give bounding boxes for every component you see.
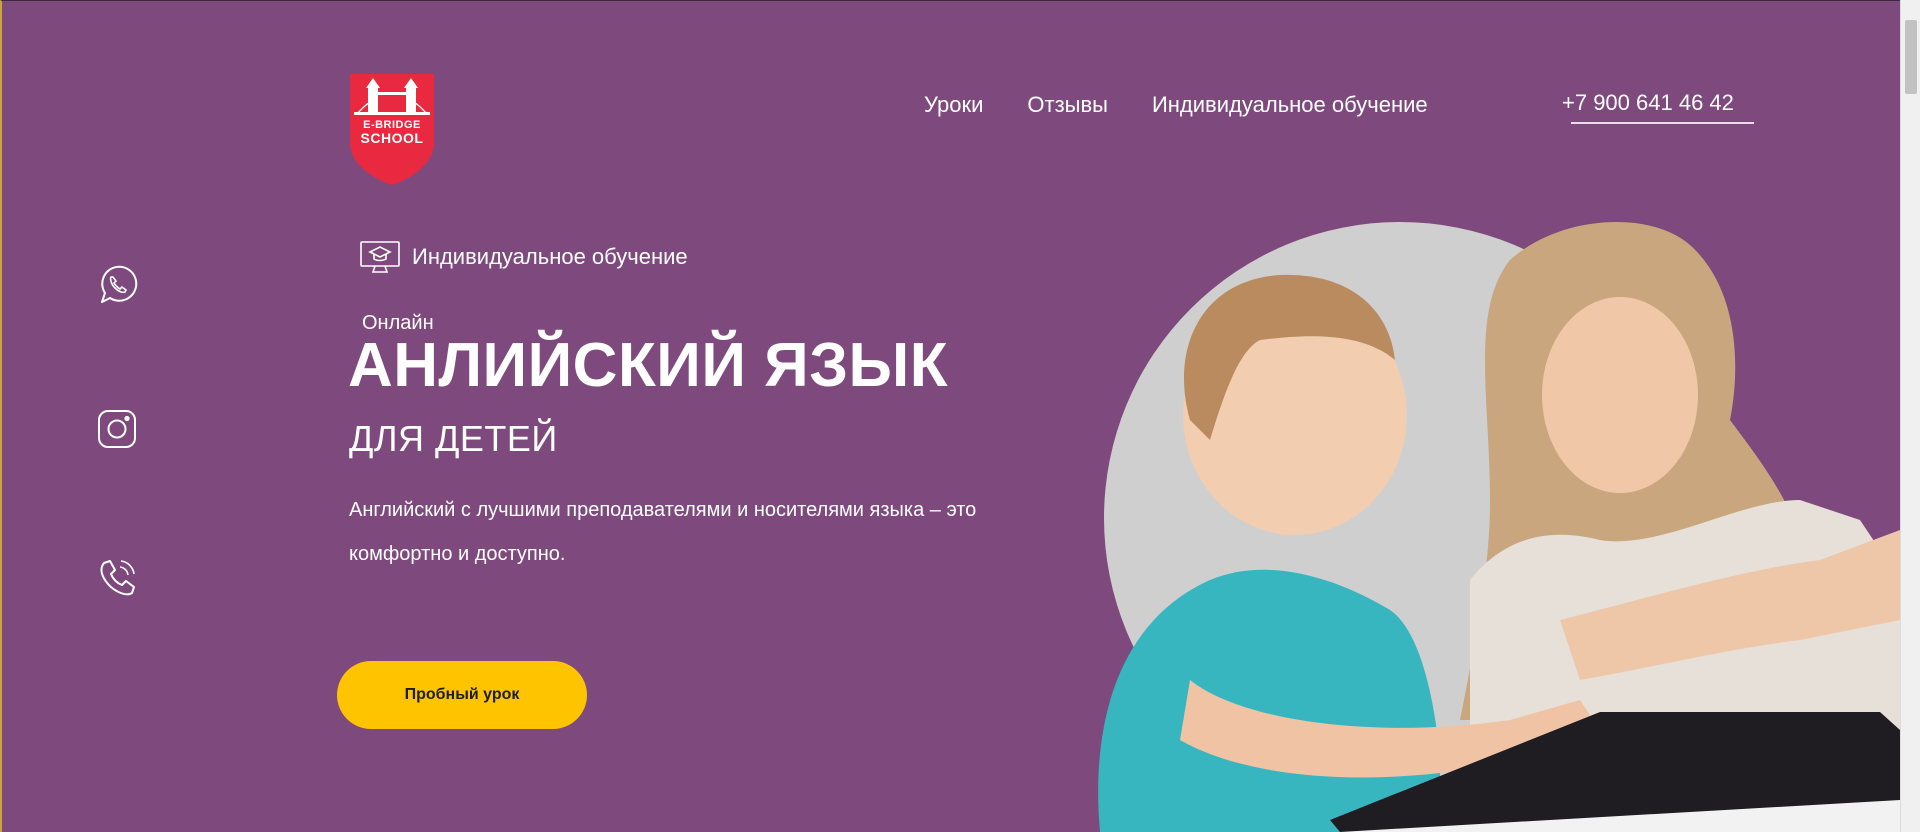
scrollbar-thumb[interactable] bbox=[1905, 20, 1917, 94]
instagram-icon[interactable] bbox=[96, 408, 138, 450]
badge-label: Индивидуальное обучение bbox=[412, 244, 688, 269]
badge-individual: Индивидуальное обучение bbox=[360, 240, 688, 274]
logo[interactable]: E-BRIDGE SCHOOL bbox=[348, 72, 436, 186]
nav-item-reviews[interactable]: Отзывы bbox=[1027, 92, 1108, 118]
page-subtitle: ДЛЯ ДЕТЕЙ bbox=[349, 418, 558, 459]
main-nav: Уроки Отзывы Индивидуальное обучение bbox=[924, 90, 1428, 120]
logo-text: E-BRIDGE SCHOOL bbox=[348, 120, 436, 146]
nav-item-individual[interactable]: Индивидуальное обучение bbox=[1152, 92, 1428, 118]
phone-link[interactable]: +7 900 641 46 42 bbox=[1562, 90, 1734, 116]
whatsapp-icon[interactable] bbox=[96, 264, 138, 306]
monitor-icon bbox=[360, 241, 400, 273]
scrollbar[interactable] bbox=[1900, 0, 1920, 832]
page-title: АНЛИЙСКИЙ ЯЗЫК bbox=[348, 331, 949, 400]
trial-lesson-button[interactable]: Пробный урок bbox=[337, 661, 587, 729]
woman-face bbox=[1542, 297, 1698, 493]
phone-underline bbox=[1571, 122, 1754, 124]
phone-icon[interactable] bbox=[96, 557, 138, 599]
hero-image bbox=[1098, 222, 1900, 832]
hero-description: Английский с лучшими преподавателями и н… bbox=[349, 499, 977, 565]
logo-line-2: SCHOOL bbox=[360, 130, 424, 146]
nav-item-lessons[interactable]: Уроки bbox=[924, 92, 983, 118]
